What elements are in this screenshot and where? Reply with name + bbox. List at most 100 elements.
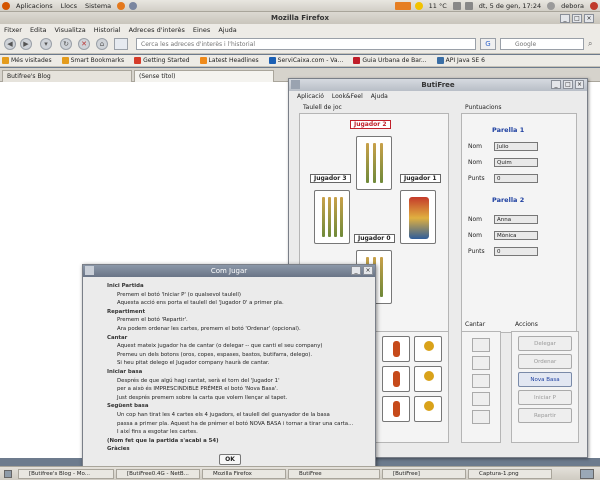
window-menu-icon[interactable] [291, 80, 300, 89]
cantar-panel [461, 331, 501, 443]
cantar-copes-button[interactable] [472, 356, 490, 370]
firefox-close-icon[interactable]: × [584, 14, 594, 23]
menu-ajuda[interactable]: Ajuda [218, 26, 236, 34]
history-dropdown-icon[interactable]: ▾ [40, 38, 52, 50]
bookmark-latest-headlines[interactable]: Latest Headlines [199, 57, 259, 64]
volume-icon[interactable] [464, 1, 473, 10]
bookmark-smart-bookmarks[interactable]: Smart Bookmarks [61, 57, 124, 64]
menu-adreces[interactable]: Adreces d'interès [129, 26, 185, 34]
firefox-maximize-icon[interactable]: □ [572, 14, 582, 23]
taskbar-butifree[interactable]: ButiFree [288, 469, 380, 479]
instruction-heading: Gràcies [107, 446, 130, 453]
player-3-card[interactable] [314, 190, 350, 244]
search-icon[interactable]: ⌕ [588, 39, 592, 49]
firefox-minimize-icon[interactable]: _ [560, 14, 570, 23]
player-0-label: Jugador 0 [354, 234, 395, 243]
firefox-title: Mozilla Firefox [0, 12, 600, 24]
bookmark-getting-started[interactable]: Getting Started [134, 57, 190, 64]
bottom-taskbar: [Butifree's Blog - Mo... [ButiFree0.4G -… [0, 466, 600, 480]
pair-2-name-1-field[interactable]: Anna [494, 215, 538, 224]
instruction-heading: Cantar [107, 334, 128, 341]
dialog-title: Com Jugar [83, 265, 375, 277]
search-input[interactable] [500, 38, 584, 50]
tab-label: (Sense títol) [139, 73, 176, 80]
ordenar-button[interactable]: Ordenar [518, 354, 572, 369]
hand-card[interactable] [382, 336, 410, 362]
panel-clock[interactable]: dt, 5 de gen, 17:24 [475, 2, 545, 10]
card-suit-mark [424, 371, 434, 381]
taskbar-butifree-2[interactable]: [ButiFree] [382, 469, 466, 479]
panel-menu-places[interactable]: Llocs [57, 2, 81, 10]
url-input[interactable] [136, 38, 476, 50]
panel-menu-applications[interactable]: Aplicacions [12, 2, 57, 10]
pair-1-name-2-field[interactable]: Quim [494, 158, 538, 167]
mail-launcher-icon[interactable] [129, 1, 138, 10]
menu-edita[interactable]: Edita [30, 26, 47, 34]
menu-fitxer[interactable]: Fitxer [4, 26, 22, 34]
power-icon[interactable] [590, 1, 598, 10]
nova-basa-button[interactable]: Nova Basa [518, 372, 572, 387]
card-king-figure [409, 197, 429, 239]
firefox-menubar: Fitxer Edita Visualitza Historial Adrece… [0, 24, 600, 35]
search-engine-icon[interactable]: G [480, 38, 496, 50]
reload-icon[interactable]: ↻ [60, 38, 72, 50]
cantar-espases-button[interactable] [472, 374, 490, 388]
menu-aplicacio[interactable]: Aplicació [297, 93, 324, 100]
network-icon[interactable] [452, 1, 461, 10]
scores-panel-title: Puntuacions [465, 104, 502, 111]
stop-icon[interactable]: ✕ [78, 38, 90, 50]
hand-card[interactable] [414, 396, 442, 422]
forward-arrow-icon[interactable]: ▶ [20, 38, 32, 50]
firefox-launcher-icon[interactable] [117, 1, 126, 10]
ok-button[interactable]: OK [219, 454, 241, 465]
show-desktop-icon[interactable] [4, 470, 12, 478]
menu-ajuda[interactable]: Ajuda [371, 93, 388, 100]
taskbar-butifree-blog[interactable]: [Butifree's Blog - Mo... [18, 469, 114, 479]
repartir-button[interactable]: Repartir [518, 408, 572, 423]
menu-visualitza[interactable]: Visualitza [55, 26, 86, 34]
bookmark-guia-urbana[interactable]: Guia Urbana de Bar... [353, 57, 427, 64]
pair-2-name-2-field[interactable]: Mònica [494, 231, 538, 240]
player-2-card[interactable] [356, 136, 392, 190]
butifree-minimize-icon[interactable]: _ [551, 80, 561, 89]
tab-butifree-blog[interactable]: Butifree's Blog [2, 70, 132, 82]
back-arrow-icon[interactable]: ◀ [4, 38, 16, 50]
delegar-button[interactable]: Delegar [518, 336, 572, 351]
taskbar-netbeans[interactable]: [ButiFree0.4G - NetB... [116, 469, 200, 479]
tab-sense-titol[interactable]: (Sense títol) [134, 70, 274, 82]
user-icon [547, 1, 556, 10]
pair-1-points-field: 0 [494, 174, 538, 183]
butifree-maximize-icon[interactable]: □ [563, 80, 573, 89]
player-3-label: Jugador 3 [310, 174, 351, 183]
dialog-menu-icon[interactable] [85, 266, 94, 275]
butifree-close-icon[interactable]: × [575, 80, 584, 89]
panel-menu-system[interactable]: Sistema [81, 2, 115, 10]
dialog-minimize-icon[interactable]: _ [351, 266, 361, 275]
butifree-title: ButiFree [289, 79, 587, 91]
bookmark-label: Latest Headlines [208, 57, 259, 64]
hand-card[interactable] [414, 366, 442, 392]
hand-card[interactable] [414, 336, 442, 362]
cantar-butifarra-button[interactable] [472, 410, 490, 424]
weather-icon [414, 1, 423, 10]
hand-card[interactable] [382, 366, 410, 392]
ubuntu-logo-icon[interactable] [2, 1, 10, 10]
pair-1-name-1-field[interactable]: Julio [494, 142, 538, 151]
taskbar-firefox[interactable]: Mozilla Firefox [202, 469, 286, 479]
home-icon[interactable]: ⌂ [96, 38, 108, 50]
taskbar-captura[interactable]: Captura-1.png [468, 469, 552, 479]
menu-look-feel[interactable]: Look&Feel [332, 93, 363, 100]
trash-icon[interactable] [580, 469, 594, 479]
bookmark-api-java[interactable]: API Java SE 6 [436, 57, 485, 64]
bookmark-most-visited[interactable]: Més visitades [2, 57, 52, 64]
dialog-close-icon[interactable]: × [363, 266, 373, 275]
menu-historial[interactable]: Historial [94, 26, 121, 34]
menu-eines[interactable]: Eines [193, 26, 210, 34]
hand-card[interactable] [382, 396, 410, 422]
panel-username[interactable]: debora [557, 2, 588, 10]
iniciar-partida-button[interactable]: Iniciar P [518, 390, 572, 405]
cantar-bastos-button[interactable] [472, 392, 490, 406]
cantar-oros-button[interactable] [472, 338, 490, 352]
bookmark-servicaixa[interactable]: ServiCaixa.com - Va... [268, 57, 343, 64]
player-1-card[interactable] [400, 190, 436, 244]
